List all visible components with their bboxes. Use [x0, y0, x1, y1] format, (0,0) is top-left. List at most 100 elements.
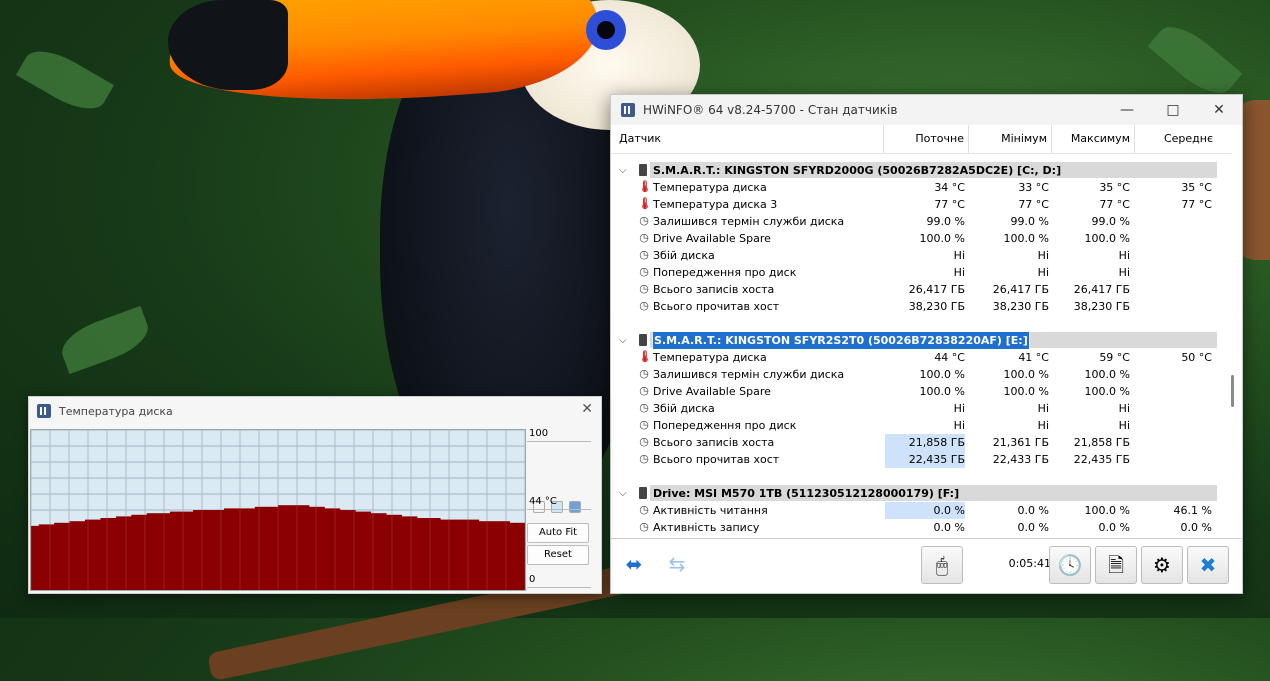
sensor-row[interactable]: 🌡 Температура диска 44 °C 41 °C 59 °C 50 °C [611, 349, 1231, 366]
network-icon[interactable]: 🖱 [921, 546, 963, 584]
column-average[interactable]: Середнє [1134, 125, 1217, 153]
close-sensors-icon[interactable]: ✖ [1187, 546, 1229, 584]
value-current: 0.0 % [933, 521, 965, 534]
chevron-down-icon[interactable]: ⌵ [619, 162, 627, 179]
sensor-row[interactable]: ◷ Всього записів хоста 26,417 ГБ 26,417 ГБ 2… [611, 281, 1231, 298]
sensor-row[interactable]: ◷ Залишився термін служби диска 100.0 % 100… [611, 366, 1231, 383]
group-name: S.M.A.R.T.: KINGSTON SFYR2S2T0 (50026B72… [652, 331, 1030, 350]
graph-bar [262, 506, 271, 590]
graph-bar [517, 522, 525, 590]
value-maximum: Ні [1118, 266, 1130, 279]
clock-icon: ◷ [639, 384, 649, 397]
graph-bar [293, 505, 302, 590]
sensor-row[interactable]: 🌡 Температура диска 3 77 °C 77 °C 77 °C 77 °C [611, 196, 1231, 213]
value-average: 50 °C [1181, 351, 1212, 364]
title-bar[interactable]: HWiNFO® 64 v8.24-5700 - Стан датчиків — … [611, 95, 1242, 125]
sensor-row[interactable]: 🌡 Температура диска 34 °C 33 °C 35 °C 35 °C [611, 179, 1231, 196]
sensor-name: Попередження про диск [653, 266, 797, 279]
sensor-row[interactable]: ◷ Активність запису 0.0 % 0.0 % 0.0 % 0.0 % [611, 519, 1231, 536]
sensor-row[interactable]: ◷ Залишився термін служби диска 99.0 % 99.0… [611, 213, 1231, 230]
graph-bar [131, 514, 140, 590]
sensor-group-header[interactable]: ⌵ Drive: MSI M570 1TB (511230512128000179… [611, 485, 1231, 502]
sensor-row[interactable]: ◷ Drive Available Spare 100.0 % 100.0 % 100.… [611, 230, 1231, 247]
chevron-down-icon[interactable]: ⌵ [619, 332, 627, 349]
value-maximum: 100.0 % [1084, 232, 1130, 245]
sensor-group-header[interactable]: ⌵ S.M.A.R.T.: KINGSTON SFYRD2000G (50026B… [611, 162, 1231, 179]
sensor-row[interactable]: ◷ Активність читання 0.0 % 0.0 % 100.0 % 46.1… [611, 502, 1231, 519]
value-current: Ні [953, 266, 965, 279]
graph-bar [316, 506, 325, 590]
sensor-name: Всього прочитав хост [653, 453, 780, 466]
sensor-name: Температура диска 3 [653, 198, 778, 211]
graph-bar [216, 510, 225, 590]
settings-gear-icon[interactable]: ⚙ [1141, 546, 1183, 584]
auto-fit-button[interactable]: Auto Fit [527, 523, 589, 543]
value-average: 77 °C [1181, 198, 1212, 211]
value-minimum: 22,433 ГБ [992, 453, 1049, 466]
minimize-button[interactable]: — [1105, 95, 1149, 125]
value-current: 99.0 % [926, 215, 965, 228]
graph-bar [154, 513, 163, 590]
sensor-row[interactable]: ◷ Попередження про диск Ні Ні Ні [611, 264, 1231, 281]
sensor-group-header[interactable]: ⌵ S.M.A.R.T.: KINGSTON SFYR2S2T0 (50026B7… [611, 331, 1231, 350]
add-report-icon[interactable]: 🗎 [1095, 546, 1137, 584]
graph-bar [208, 510, 217, 590]
value-minimum: 100.0 % [1003, 232, 1049, 245]
column-current[interactable]: Поточне [883, 125, 968, 153]
value-maximum: 35 °C [1099, 181, 1130, 194]
graph-bar [108, 518, 117, 590]
drive-icon [639, 334, 647, 346]
graph-bar [416, 518, 426, 590]
sensor-row[interactable]: ◷ Drive Available Spare 100.0 % 100.0 % 100.… [611, 383, 1231, 400]
clock-icon: ◷ [639, 401, 649, 414]
graph-bar [278, 505, 287, 590]
graph-bar [386, 514, 395, 590]
navigate-arrows-icon[interactable]: ⬌ [614, 546, 654, 582]
value-minimum: 0.0 % [1017, 504, 1049, 517]
graph-bar [355, 511, 364, 590]
value-minimum: Ні [1037, 419, 1049, 432]
graph-bar [92, 519, 101, 590]
close-button[interactable]: ✕ [1197, 95, 1241, 125]
clock-icon[interactable]: 🕓 [1049, 546, 1091, 584]
sensor-name: Drive Available Spare [653, 232, 771, 245]
hwinfo-app-icon [37, 404, 51, 418]
graph-bar [247, 508, 256, 590]
thermometer-icon: 🌡 [638, 180, 652, 193]
graph-title-bar[interactable]: Температура диска ✕ [29, 397, 601, 425]
column-header: Датчик Поточне Мінімум Максимум Середнє [611, 125, 1231, 154]
drive-icon [639, 487, 647, 499]
sensor-row[interactable]: ◷ Збій диска Ні Ні Ні [611, 400, 1231, 417]
collapse-arrows-icon[interactable]: ⇆ [657, 546, 697, 582]
graph-bar [440, 519, 449, 590]
graph-bar [486, 521, 495, 590]
graph-bar [38, 524, 47, 590]
sensor-row[interactable]: ◷ Всього прочитав хост 38,230 ГБ 38,230 ГБ 3… [611, 298, 1231, 315]
reset-button[interactable]: Reset [527, 545, 589, 565]
graph-bar [285, 505, 294, 590]
sensor-list[interactable]: ⌵ S.M.A.R.T.: KINGSTON SFYRD2000G (50026B… [611, 154, 1231, 539]
chevron-down-icon[interactable]: ⌵ [619, 485, 627, 502]
sensor-row[interactable]: ◷ Попередження про диск Ні Ні Ні [611, 417, 1231, 434]
clock-icon: ◷ [639, 214, 649, 227]
graph-close-button[interactable]: ✕ [581, 401, 593, 417]
sensor-row[interactable]: ◷ Всього записів хоста 21,858 ГБ 21,361 ГБ 2… [611, 434, 1231, 451]
graph-bar [324, 508, 333, 590]
hwinfo-app-icon [621, 103, 635, 117]
leaf [55, 305, 155, 375]
graph-bar [362, 511, 372, 590]
column-maximum[interactable]: Максимум [1051, 125, 1134, 153]
sensor-name: Всього записів хоста [653, 283, 775, 296]
value-current: 77 °C [934, 198, 965, 211]
column-minimum[interactable]: Мінімум [968, 125, 1051, 153]
drive-icon [639, 164, 647, 176]
graph-side-panel: 100 44 °C Auto Fit Reset 0 [527, 427, 597, 591]
sensor-row[interactable]: ◷ Збій диска Ні Ні Ні [611, 247, 1231, 264]
column-sensor[interactable]: Датчик [611, 125, 889, 153]
scrollbar-thumb[interactable] [1231, 375, 1234, 407]
sensor-row[interactable]: ◷ Всього прочитав хост 22,435 ГБ 22,433 ГБ 2… [611, 451, 1231, 468]
temperature-graph [30, 429, 526, 591]
graph-bar [54, 522, 63, 590]
maximize-button[interactable]: □ [1151, 95, 1195, 125]
graph-bar [378, 513, 387, 590]
